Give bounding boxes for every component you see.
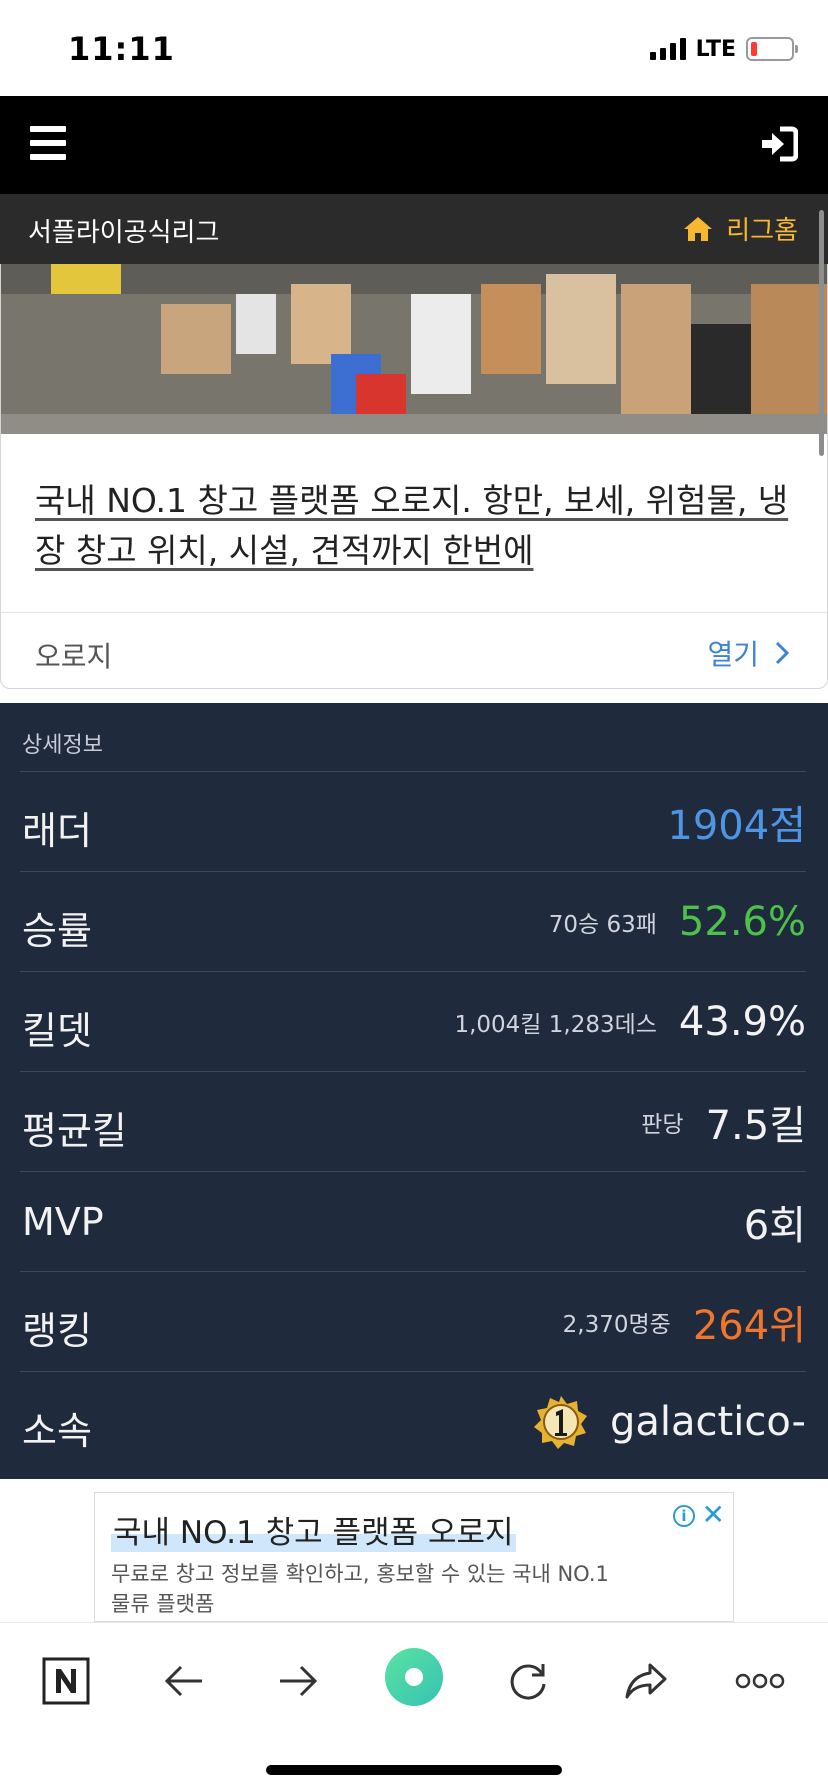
clan-label: 소속: [22, 1409, 92, 1453]
share-icon: [625, 1663, 667, 1699]
home-icon: [684, 216, 713, 241]
status-bar: 11:11 LTE: [0, 0, 828, 96]
mvp-row: MVP 6회: [20, 1171, 806, 1271]
battery-icon: [746, 37, 798, 61]
banner-description: 무료로 창고 정보를 확인하고, 홍보할 수 있는 국내 NO.1 물류 플랫폼: [111, 1562, 609, 1616]
open-button[interactable]: 열기: [707, 633, 789, 673]
league-home-link[interactable]: 리그홈: [682, 210, 798, 247]
status-right: LTE: [649, 34, 798, 64]
killdeath-row: 킬뎃 1,004킬 1,283데스 43.9%: [20, 971, 806, 1071]
league-home-label: 리그홈: [726, 216, 798, 246]
top-navigation: [0, 96, 828, 194]
login-icon[interactable]: [758, 126, 798, 162]
winrate-value: 52.6%: [678, 899, 806, 945]
share-button[interactable]: [616, 1651, 676, 1711]
ranking-row: 랭킹 2,370명중 264위: [20, 1271, 806, 1371]
naver-home-button[interactable]: [36, 1651, 96, 1711]
home-indicator[interactable]: [266, 1765, 562, 1775]
banner-title[interactable]: 국내 NO.1 창고 플랫폼 오로지: [111, 1507, 516, 1552]
ad-footer: 오로지 열기: [1, 612, 827, 688]
back-button[interactable]: [154, 1651, 214, 1711]
hamburger-menu-icon[interactable]: [30, 126, 66, 160]
killdeath-label: 킬뎃: [22, 1009, 92, 1053]
ranking-total: 2,370명중: [562, 1312, 671, 1338]
killdeath-value: 43.9%: [678, 999, 806, 1045]
browser-toolbar: [0, 1622, 828, 1792]
network-type: LTE: [695, 36, 736, 62]
more-icon: [735, 1673, 785, 1689]
info-icon[interactable]: i: [673, 1505, 695, 1527]
more-button[interactable]: [730, 1651, 790, 1711]
ladder-label: 래더: [22, 809, 92, 853]
mvp-label: MVP: [22, 1200, 104, 1244]
naver-n-icon: [42, 1657, 90, 1705]
forward-button[interactable]: [268, 1651, 328, 1711]
ranking-value: 264위: [692, 1303, 806, 1349]
refresh-icon: [510, 1664, 546, 1700]
signal-icon: [649, 38, 686, 60]
winrate-record: 70승 63패: [548, 912, 657, 938]
forward-arrow-icon: [280, 1665, 318, 1697]
clan-value[interactable]: galactico-: [610, 1399, 806, 1445]
warehouse-image: [1, 264, 827, 434]
winrate-row: 승률 70승 63패 52.6%: [20, 871, 806, 971]
chevron-right-icon: [775, 641, 789, 665]
ad-card[interactable]: 국내 NO.1 창고 플랫폼 오로지. 항만, 보세, 위험물, 냉장 창고 위…: [0, 264, 828, 689]
avgkill-value: 7.5킬: [705, 1103, 806, 1149]
open-label: 열기: [707, 638, 759, 671]
ladder-row: 래더 1904점: [20, 771, 806, 871]
green-dot-icon: [385, 1648, 443, 1706]
close-icon[interactable]: ✕: [702, 1501, 725, 1529]
banner-ad[interactable]: 국내 NO.1 창고 플랫폼 오로지 무료로 창고 정보를 확인하고, 홍보할 …: [94, 1492, 734, 1622]
winrate-label: 승률: [22, 909, 92, 953]
avgkill-sub: 판당: [641, 1112, 684, 1138]
back-arrow-icon: [164, 1665, 202, 1697]
avgkill-label: 평균킬: [22, 1109, 127, 1153]
ad-headline[interactable]: 국내 NO.1 창고 플랫폼 오로지. 항만, 보세, 위험물, 냉장 창고 위…: [35, 476, 795, 576]
scrollbar[interactable]: [819, 210, 824, 456]
clan-logo-icon: [534, 1396, 588, 1449]
detail-panel: 상세정보 래더 1904점 승률 70승 63패 52.6% 킬뎃 1,004킬…: [0, 703, 828, 1479]
ad-brand: 오로지: [35, 640, 113, 673]
avgkill-row: 평균킬 판당 7.5킬: [20, 1071, 806, 1171]
ladder-value: 1904점: [667, 803, 806, 849]
status-time: 11:11: [68, 30, 175, 68]
league-title: 서플라이공식리그: [28, 218, 220, 248]
ranking-label: 랭킹: [22, 1309, 92, 1353]
clan-row[interactable]: 소속 galactico-: [20, 1371, 806, 1471]
green-dot-button[interactable]: [384, 1647, 444, 1707]
killdeath-record: 1,004킬 1,283데스: [454, 1012, 657, 1038]
refresh-button[interactable]: [498, 1651, 558, 1711]
mvp-value: 6회: [743, 1203, 806, 1249]
detail-heading: 상세정보: [22, 733, 103, 758]
league-bar: 서플라이공식리그 리그홈: [0, 194, 828, 264]
